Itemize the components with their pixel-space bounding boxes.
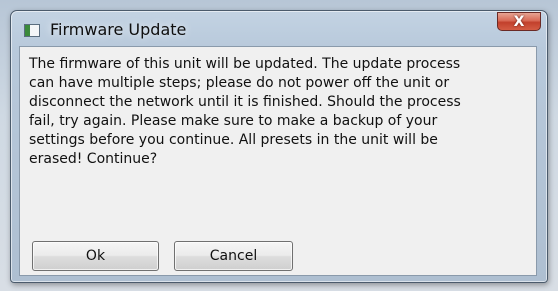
close-button[interactable]: X — [497, 12, 541, 31]
close-icon: X — [513, 13, 525, 30]
firmware-update-dialog: Firmware Update X The firmware of this u… — [10, 10, 548, 283]
cancel-button[interactable]: Cancel — [174, 241, 293, 271]
message-text: The firmware of this unit will be update… — [29, 56, 461, 167]
title-bar[interactable]: Firmware Update X — [11, 11, 547, 47]
app-window-icon[interactable] — [24, 24, 40, 37]
window-title: Firmware Update — [50, 20, 187, 39]
ok-button[interactable]: Ok — [32, 241, 159, 271]
dialog-body: The firmware of this unit will be update… — [19, 46, 537, 276]
